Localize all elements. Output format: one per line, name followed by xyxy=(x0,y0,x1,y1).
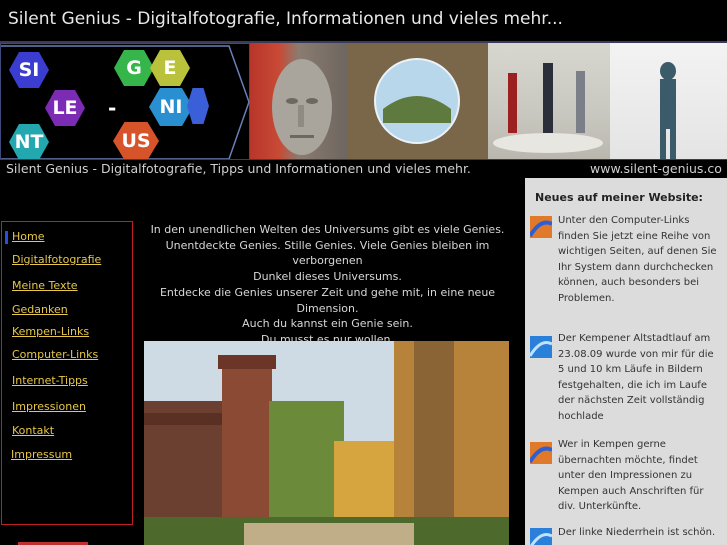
statue-shape xyxy=(660,62,676,159)
news-item-uebernachten: Wer in Kempen gerne übernachten möchte, … xyxy=(558,439,704,512)
silent-genius-logo[interactable]: SI G E LE - NI NT US xyxy=(0,43,250,159)
glass-ball-photo xyxy=(347,43,488,159)
statue-photo xyxy=(610,43,727,159)
news-item-icon xyxy=(528,216,553,238)
tagline-bar: Silent Genius - Digitalfotografie, Tipps… xyxy=(0,160,727,178)
glass-ball-shape xyxy=(374,58,460,144)
nav-gedanken[interactable]: Gedanken xyxy=(12,303,68,316)
nav-impressionen[interactable]: Impressionen xyxy=(12,400,86,413)
nav-kontakt[interactable]: Kontakt xyxy=(12,424,54,437)
intro-line: In den unendlichen Welten des Universums… xyxy=(150,223,505,236)
nav-kempen-links[interactable]: Kempen-Links xyxy=(12,325,89,338)
sculpture-face-photo xyxy=(250,43,347,159)
figurines-photo xyxy=(488,43,610,159)
tagline: Silent Genius - Digitalfotografie, Tipps… xyxy=(6,161,471,176)
intro-line: Entdecke die Genies unserer Zeit und geh… xyxy=(159,285,496,315)
news-item-altstadtlauf: Der Kempener Altstadtlauf am 23.08.09 wu… xyxy=(558,333,714,422)
nav-internet-tipps[interactable]: Internet-Tipps xyxy=(12,374,88,387)
face-shape xyxy=(272,59,332,155)
header-banner: SI G E LE - NI NT US xyxy=(0,41,727,160)
active-item-marker xyxy=(5,231,8,244)
main-navigation: Home Digitalfotografie Meine Texte Gedan… xyxy=(1,221,133,525)
nav-meine-texte[interactable]: Meine Texte xyxy=(12,279,78,292)
news-item-icon xyxy=(528,336,553,358)
intro-line: Dunkel dieses Universums. xyxy=(253,270,402,284)
intro-line: Auch du kannst ein Genie sein. xyxy=(242,317,413,331)
news-item-computer-links: Unter den Computer-Links finden Sie jetz… xyxy=(558,215,717,304)
nav-home[interactable]: Home xyxy=(12,230,44,243)
news-item-niederrhein: Der linke Niederrhein ist schön. xyxy=(558,527,716,538)
intro-line: Unentdeckte Genies. Stille Genies. Viele… xyxy=(165,238,490,268)
news-item-icon xyxy=(530,528,553,545)
nav-impressum[interactable]: Impressum xyxy=(11,448,72,461)
news-title: Neues auf meiner Website: xyxy=(535,191,703,204)
news-item-icon xyxy=(528,442,553,464)
news-sidebar: Neues auf meiner Website: Unter den Comp… xyxy=(525,178,727,545)
castle-scene xyxy=(144,341,509,545)
site-title: Silent Genius - Digitalfotografie, Infor… xyxy=(8,9,563,29)
nav-digitalfotografie[interactable]: Digitalfotografie xyxy=(12,253,101,266)
figurines-shape xyxy=(493,63,603,153)
logo-dash: - xyxy=(108,96,117,120)
site-url: www.silent-genius.co xyxy=(590,161,722,176)
nav-computer-links[interactable]: Computer-Links xyxy=(12,348,98,361)
castle-photo xyxy=(144,341,509,545)
intro-text: In den unendlichen Welten des Universums… xyxy=(140,222,515,348)
